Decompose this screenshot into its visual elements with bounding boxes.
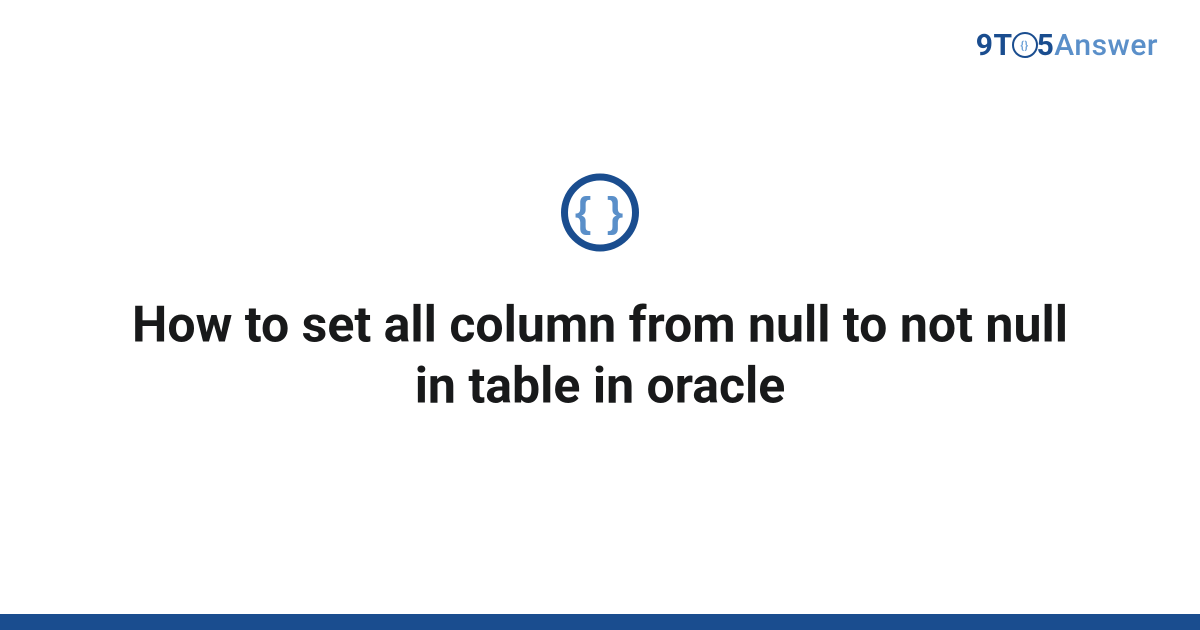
logo-circle-inner: {} <box>1020 40 1028 51</box>
braces-glyph: { } <box>575 191 625 233</box>
logo-text-answer: Answer <box>1054 28 1158 63</box>
logo-text-9t: 9T <box>976 28 1013 63</box>
main-content: { } How to set all column from null to n… <box>0 173 1200 417</box>
site-logo: 9T {} 5Answer <box>976 28 1158 63</box>
page-title: How to set all column from null to not n… <box>120 295 1080 417</box>
logo-text-5: 5 <box>1037 28 1055 63</box>
logo-circle-icon: {} <box>1012 32 1038 58</box>
code-braces-icon: { } <box>561 173 639 251</box>
footer-accent-bar <box>0 614 1200 630</box>
